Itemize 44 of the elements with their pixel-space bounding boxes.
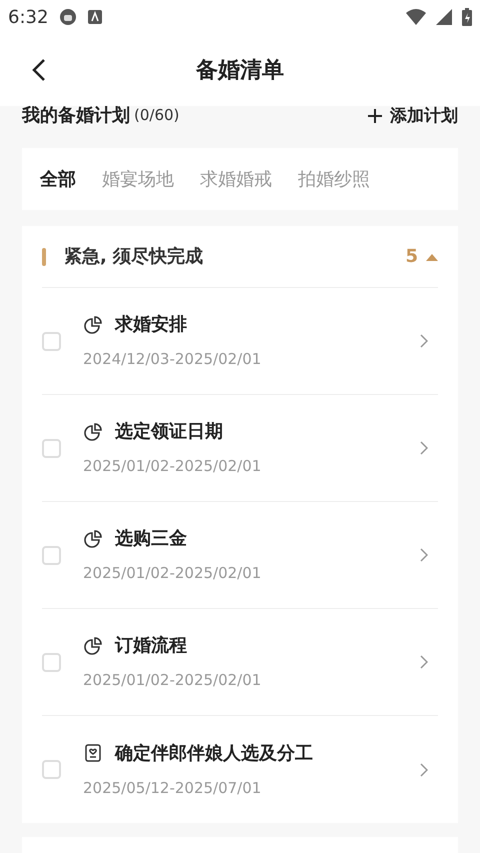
category-tab[interactable]: 拍婚纱照 bbox=[298, 166, 370, 192]
chevron-right-icon[interactable] bbox=[420, 548, 428, 562]
pie-chart-icon bbox=[83, 422, 103, 442]
task-title: 求婚安排 bbox=[115, 313, 187, 338]
task-dates: 2025/01/02-2025/02/01 bbox=[83, 563, 262, 584]
plan-title: 我的备婚计划 bbox=[22, 105, 130, 127]
task-title: 确定伴郎伴娘人选及分工 bbox=[115, 742, 313, 766]
task-checkbox[interactable] bbox=[42, 438, 61, 458]
task-checkbox[interactable] bbox=[42, 332, 61, 350]
signal-icon bbox=[436, 9, 452, 25]
group-title: 紧急, 须尽快完成 bbox=[64, 245, 204, 269]
app-icon bbox=[88, 10, 102, 24]
group-count: 5 bbox=[405, 245, 418, 269]
chevron-right-icon[interactable] bbox=[420, 441, 428, 455]
accent-bar bbox=[42, 248, 46, 266]
task-dates: 2025/05/12-2025/07/01 bbox=[83, 778, 262, 799]
task-dates: 2025/01/02-2025/02/01 bbox=[83, 670, 262, 692]
add-plan-button[interactable]: 添加计划 bbox=[368, 105, 458, 127]
task-title: 选定领证日期 bbox=[115, 420, 223, 444]
task-checkbox[interactable] bbox=[42, 760, 61, 779]
category-tab[interactable]: 婚宴场地 bbox=[102, 166, 174, 192]
chevron-right-icon[interactable] bbox=[420, 655, 428, 669]
task-dates: 2025/01/02-2025/02/01 bbox=[83, 456, 262, 478]
status-time: 6:32 bbox=[8, 6, 48, 30]
face-icon bbox=[58, 7, 78, 27]
task-title: 订婚流程 bbox=[115, 634, 187, 658]
heart-note-icon bbox=[83, 743, 103, 764]
wifi-icon bbox=[406, 9, 426, 25]
category-tab[interactable]: 求婚婚戒 bbox=[200, 166, 272, 192]
task-dates: 2024/12/03-2025/02/01 bbox=[83, 349, 262, 370]
task-title: 选购三金 bbox=[115, 527, 187, 552]
plan-count: (0/60) bbox=[134, 104, 180, 126]
task-checkbox[interactable] bbox=[42, 546, 61, 564]
battery-icon bbox=[462, 8, 472, 26]
pie-chart-icon bbox=[83, 314, 103, 335]
task-checkbox[interactable] bbox=[42, 652, 61, 672]
chevron-right-icon[interactable] bbox=[420, 762, 428, 776]
plus-icon bbox=[368, 109, 382, 123]
collapse-caret-icon[interactable] bbox=[426, 252, 438, 260]
chevron-right-icon[interactable] bbox=[420, 334, 428, 348]
category-tab[interactable]: 全部 bbox=[40, 166, 76, 192]
pie-chart-icon bbox=[83, 636, 103, 656]
pie-chart-icon bbox=[83, 528, 103, 549]
page-title: 备婚清单 bbox=[196, 56, 284, 84]
